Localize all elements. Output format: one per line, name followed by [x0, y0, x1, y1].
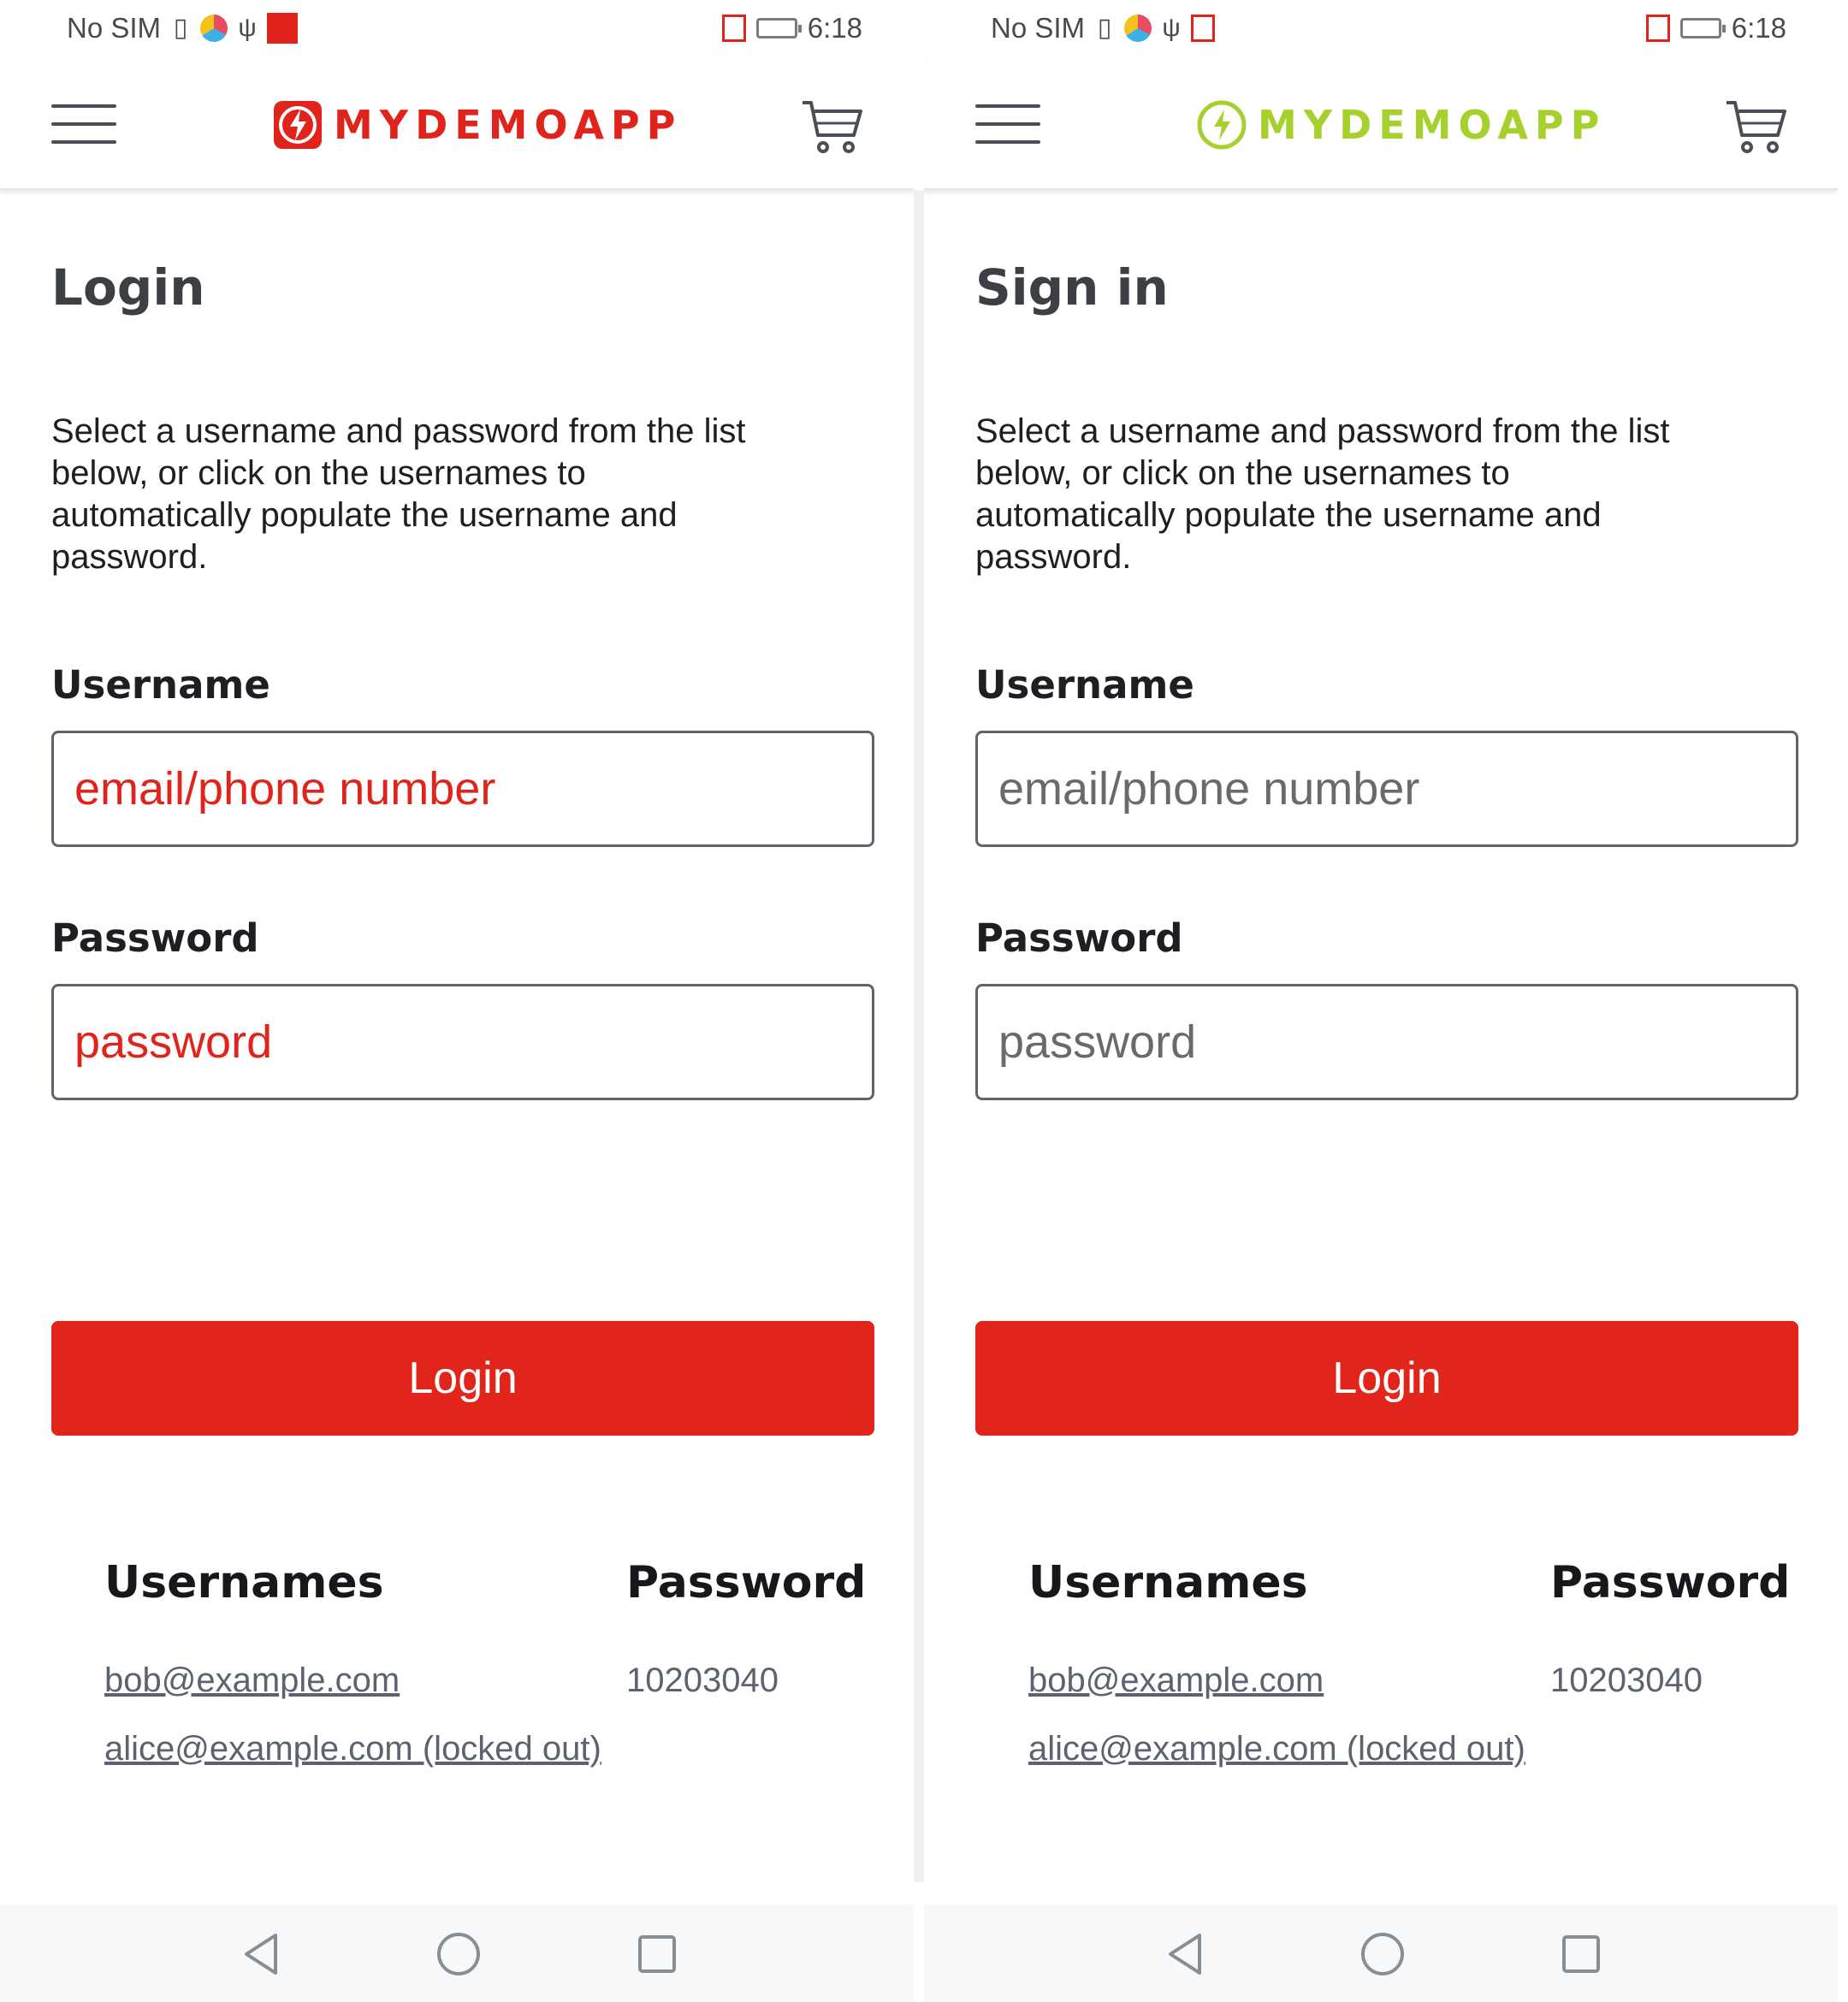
status-bar: No SIM ▯ ψ 6:18	[924, 0, 1838, 63]
recent-apps-icon[interactable]	[631, 1928, 683, 1980]
back-icon[interactable]	[236, 1928, 287, 1980]
password-placeholder: password	[998, 1016, 1197, 1068]
phone-screen-right: No SIM ▯ ψ 6:18 MYDEMOAPP Sign in Select…	[924, 0, 1838, 2002]
battery-charging-icon	[1679, 18, 1726, 38]
username-link-bob[interactable]: bob@example.com	[1028, 1661, 1324, 1700]
home-icon[interactable]	[433, 1928, 484, 1980]
password-header: Password	[1550, 1557, 1791, 1608]
status-time: 6:18	[807, 12, 862, 44]
username-link-alice[interactable]: alice@example.com (locked out)	[1028, 1730, 1525, 1768]
login-description: Select a username and password from the …	[51, 412, 746, 576]
username-input[interactable]: email/phone number	[51, 731, 874, 847]
login-button[interactable]: Login	[975, 1321, 1798, 1436]
login-description: Select a username and password from the …	[975, 412, 1670, 576]
password-placeholder: password	[74, 1016, 273, 1068]
username-placeholder: email/phone number	[74, 763, 496, 814]
battery-charging-icon	[755, 18, 802, 38]
username-label: Username	[51, 662, 270, 708]
alarm-icon	[721, 15, 746, 42]
cart-icon[interactable]	[1723, 94, 1788, 159]
huawei-app-icon	[267, 13, 299, 44]
username-link-alice[interactable]: alice@example.com (locked out)	[104, 1730, 601, 1768]
system-nav-bar	[0, 1904, 914, 2002]
sim-card-icon: ▯	[1097, 14, 1112, 42]
comparison-screens: No SIM ▯ ψ 6:18 MYDEMOAPP Login Select a…	[0, 0, 1848, 2002]
app-logo: MYDEMOAPP	[272, 98, 682, 152]
page-title: Sign in	[975, 258, 1169, 317]
status-time: 6:18	[1731, 12, 1786, 44]
app-header: MYDEMOAPP	[924, 63, 1838, 190]
username-link-bob[interactable]: bob@example.com	[104, 1661, 400, 1700]
password-value: 10203040	[1550, 1661, 1703, 1699]
phone-screen-left: No SIM ▯ ψ 6:18 MYDEMOAPP Login Select a…	[0, 0, 914, 2002]
usernames-header: Usernames	[1028, 1557, 1308, 1608]
status-bar: No SIM ▯ ψ 6:18	[0, 0, 914, 63]
username-placeholder: email/phone number	[998, 763, 1420, 814]
app-logo: MYDEMOAPP	[1196, 98, 1606, 152]
page-title: Login	[51, 258, 205, 317]
password-input[interactable]: password	[975, 984, 1798, 1100]
usb-icon: ψ	[238, 14, 257, 42]
screen-divider	[914, 190, 924, 1882]
sim-card-icon: ▯	[173, 14, 188, 42]
system-nav-bar	[924, 1904, 1838, 2002]
hamburger-menu-icon[interactable]	[975, 104, 1040, 147]
login-button[interactable]: Login	[51, 1321, 874, 1436]
usb-icon: ψ	[1162, 14, 1181, 42]
usernames-header: Usernames	[104, 1557, 384, 1608]
cart-icon[interactable]	[799, 94, 864, 159]
location-icon	[1645, 15, 1670, 42]
logo-bolt-icon	[1196, 99, 1247, 151]
logo-text: MYDEMOAPP	[1258, 102, 1607, 148]
status-right: 6:18	[721, 12, 862, 44]
color-circle-icon	[1124, 15, 1152, 42]
status-left: No SIM ▯ ψ	[991, 12, 1216, 44]
username-input[interactable]: email/phone number	[975, 731, 1798, 847]
status-left: No SIM ▯ ψ	[67, 12, 299, 44]
hamburger-menu-icon[interactable]	[51, 104, 116, 147]
password-value: 10203040	[626, 1661, 779, 1699]
back-icon[interactable]	[1160, 1928, 1211, 1980]
color-circle-icon	[200, 15, 228, 42]
carrier-label: No SIM	[67, 12, 162, 44]
status-right: 6:18	[1645, 12, 1786, 44]
carrier-label: No SIM	[991, 12, 1086, 44]
password-label: Password	[975, 915, 1183, 961]
logo-text: MYDEMOAPP	[334, 102, 683, 148]
app-header: MYDEMOAPP	[0, 63, 914, 190]
recent-apps-icon[interactable]	[1555, 1928, 1607, 1980]
password-header: Password	[626, 1557, 867, 1608]
logo-bolt-icon	[272, 99, 323, 151]
home-icon[interactable]	[1357, 1928, 1408, 1980]
password-label: Password	[51, 915, 259, 961]
username-label: Username	[975, 662, 1194, 708]
password-input[interactable]: password	[51, 984, 874, 1100]
notification-icon	[1191, 15, 1216, 42]
